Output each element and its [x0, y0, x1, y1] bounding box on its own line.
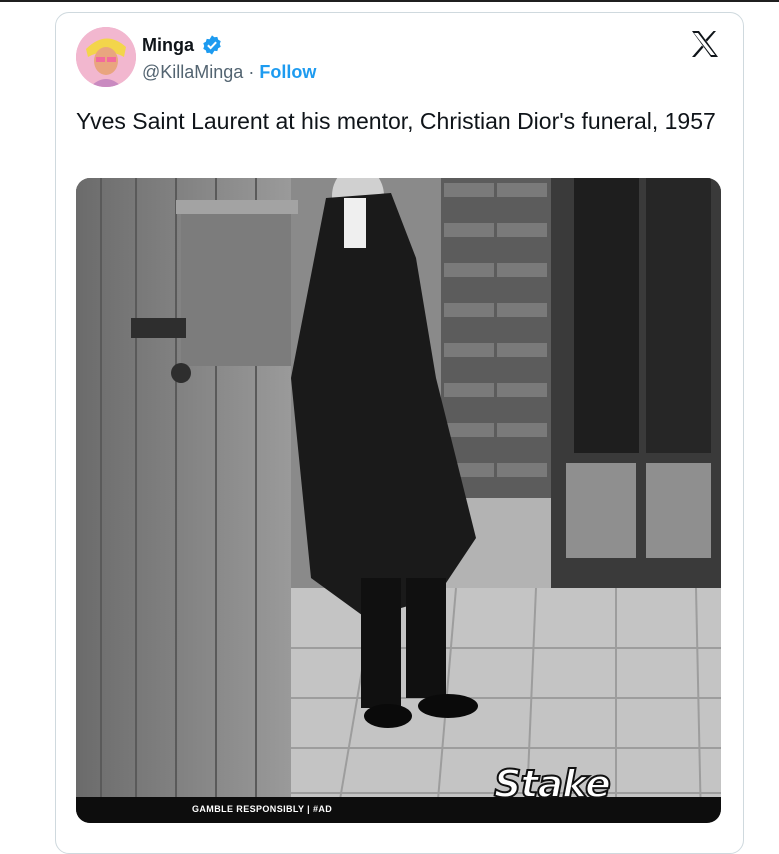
follow-button[interactable]: Follow	[259, 62, 316, 82]
post-media-image[interactable]	[76, 178, 721, 823]
photo-illustration	[76, 178, 721, 823]
x-logo-icon[interactable]	[690, 30, 720, 58]
ad-banner-text: GAMBLE RESPONSIBLY | #AD	[192, 804, 333, 814]
stake-logo: Stake	[493, 761, 612, 807]
author-handle[interactable]: @KillaMinga	[142, 62, 243, 82]
author-handle-row: @KillaMinga · Follow	[142, 62, 316, 83]
author-avatar[interactable]	[76, 27, 136, 87]
author-name[interactable]: Minga	[142, 35, 194, 56]
handle-separator: ·	[248, 62, 255, 82]
verified-badge-icon	[203, 35, 221, 55]
top-divider	[0, 0, 779, 2]
avatar-image	[76, 27, 136, 87]
post-text: Yves Saint Laurent at his mentor, Christ…	[76, 108, 716, 134]
